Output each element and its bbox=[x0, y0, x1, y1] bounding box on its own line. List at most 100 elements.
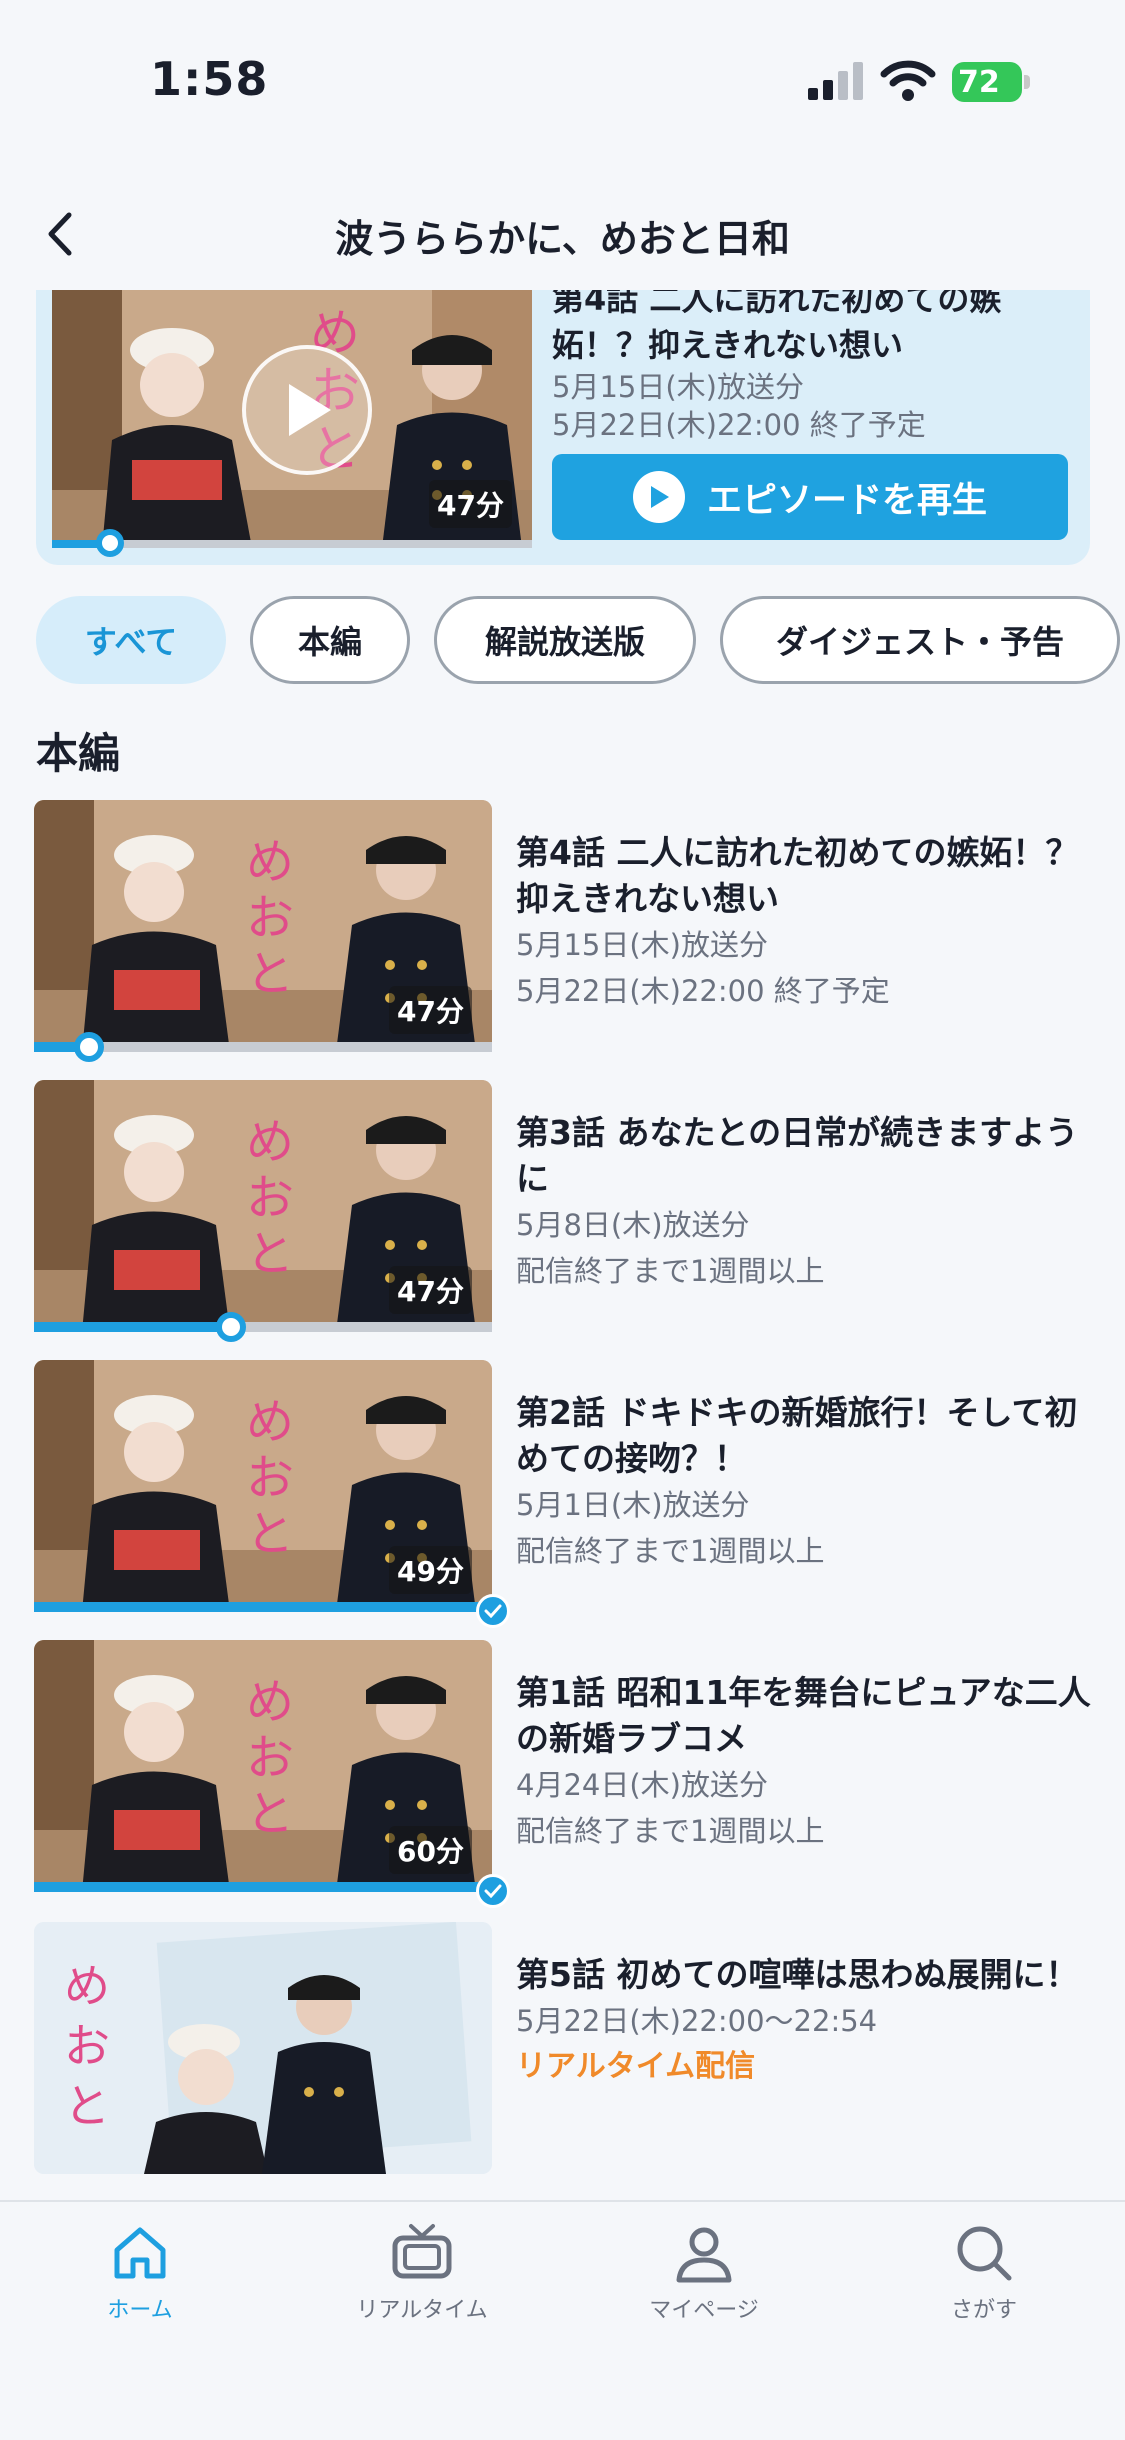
episode-availability: 5月22日(木)22:00 終了予定 bbox=[516, 974, 890, 1008]
play-overlay-button[interactable] bbox=[242, 345, 372, 475]
tv-icon bbox=[392, 2224, 452, 2279]
nav-label: マイページ bbox=[649, 2298, 759, 2323]
nav-label: ホーム bbox=[107, 2298, 173, 2323]
wifi-icon bbox=[880, 60, 936, 101]
bottom-navigation: ホーム リアルタイム マイページ さがす bbox=[0, 2200, 1125, 2440]
chip-label: すべて bbox=[84, 623, 178, 661]
episode-thumbnail[interactable]: めおと 47分 bbox=[34, 800, 492, 1052]
play-episode-button[interactable]: エピソードを再生 bbox=[552, 454, 1068, 540]
episode-availability: 配信終了まで1週間以上 bbox=[516, 1534, 825, 1568]
nav-search[interactable]: さがす bbox=[884, 2222, 1084, 2332]
episode-air-date: 5月22日(木)22:00〜22:54 bbox=[516, 2004, 878, 2038]
episode-air-date: 5月15日(木)放送分 bbox=[516, 928, 768, 962]
current-episode-title: 第4話 二人に訪れた初めての嫉妬！？抑えきれない想い bbox=[552, 290, 1002, 364]
duration-badge: 47分 bbox=[429, 480, 512, 528]
svg-text:と: と bbox=[246, 1506, 294, 1562]
episode-availability: 配信終了まで1週間以上 bbox=[516, 1814, 825, 1848]
episode-item[interactable]: めおと 47分 第3話 あなたとの日常が続きますように 5月8日(木)放送分配信終了ま… bbox=[34, 1080, 1096, 1342]
episode-info: 第1話 昭和11年を舞台にピュアな二人の新婚ラブコメ 4月24日(木)放送分配信終… bbox=[516, 1670, 1096, 1854]
episode-thumbnail[interactable]: めおと 49分 bbox=[34, 1360, 492, 1612]
svg-text:お: お bbox=[246, 1450, 294, 1506]
filter-chip-all[interactable]: すべて bbox=[36, 596, 226, 684]
progress-knob bbox=[215, 1312, 246, 1342]
nav-label: リアルタイム bbox=[356, 2298, 488, 2323]
search-icon bbox=[957, 2226, 1012, 2281]
cellular-signal-icon bbox=[808, 62, 863, 100]
person-icon bbox=[676, 2227, 732, 2283]
episode-title: 第2話 ドキドキの新婚旅行！そして初めての接吻？！ bbox=[516, 1393, 1078, 1478]
episode-title: 第5話 初めての喧嘩は思わぬ展開に！ bbox=[516, 1955, 1079, 1994]
nav-home[interactable]: ホーム bbox=[40, 2222, 240, 2332]
current-episode-aired: 5月15日(木)放送分 bbox=[552, 370, 804, 404]
realtime-badge: リアルタイム配信 bbox=[516, 2049, 756, 2084]
episode-info: 第5話 初めての喧嘩は思わぬ展開に！ 5月22日(木)22:00〜22:54 リアル… bbox=[516, 1952, 1096, 2090]
battery-icon: 72 bbox=[952, 62, 1030, 102]
page-title: 波うららかに、めおと日和 bbox=[335, 217, 790, 261]
svg-text:と: と bbox=[246, 1226, 294, 1282]
episode-progress-bar bbox=[34, 1032, 492, 1062]
duration-badge: 49分 bbox=[389, 1546, 472, 1594]
play-episode-label: エピソードを再生 bbox=[706, 480, 987, 521]
episode-item[interactable]: めおと 49分 第2話 ドキドキの新婚旅行！そして初めての接吻？！ 5月1日(木)放送… bbox=[34, 1360, 1096, 1628]
svg-text:め: め bbox=[64, 1959, 110, 2013]
svg-text:と: と bbox=[246, 946, 294, 1002]
current-episode-card: め お と 47分 第4話 二人に訪れた初めての嫉妬！？抑えきれない想い 5月1… bbox=[36, 290, 1090, 565]
play-circle-icon bbox=[632, 471, 685, 523]
episode-title: 第4話 二人に訪れた初めての嫉妬！？抑えきれない想い bbox=[516, 833, 1079, 918]
episode-title: 第1話 昭和11年を舞台にピュアな二人の新婚ラブコメ bbox=[516, 1673, 1091, 1758]
chip-label: ダイジェスト・予告 bbox=[775, 623, 1064, 661]
svg-text:お: お bbox=[64, 2019, 110, 2073]
current-episode-thumbnail[interactable]: め お と 47分 bbox=[52, 290, 532, 548]
svg-text:と: と bbox=[246, 1786, 294, 1842]
duration-badge: 60分 bbox=[389, 1826, 472, 1874]
episode-info: 第4話 二人に訪れた初めての嫉妬！？抑えきれない想い 5月15日(木)放送分 5月2… bbox=[516, 830, 1096, 1014]
battery-level: 72 bbox=[958, 65, 1000, 100]
svg-text:め: め bbox=[246, 1394, 294, 1450]
svg-text:お: お bbox=[246, 1730, 294, 1786]
nav-realtime[interactable]: リアルタイム bbox=[322, 2222, 522, 2332]
episode-thumbnail[interactable]: めおと bbox=[34, 1922, 492, 2174]
svg-text:め: め bbox=[246, 1674, 294, 1730]
svg-text:お: お bbox=[246, 1170, 294, 1226]
progress-knob[interactable] bbox=[95, 529, 124, 557]
status-time: 1:58 bbox=[150, 52, 269, 106]
episode-progress-bar bbox=[34, 1602, 492, 1612]
nav-mypage[interactable]: マイページ bbox=[604, 2222, 804, 2332]
episode-title: 第3話 あなたとの日常が続きますように bbox=[516, 1113, 1079, 1198]
episode-progress-bar bbox=[34, 1882, 492, 1892]
filter-chips: すべて 本編 解説放送版 ダイジェスト・予告 bbox=[36, 596, 1125, 686]
episode-info: 第3話 あなたとの日常が続きますように 5月8日(木)放送分配信終了まで1週間以上 bbox=[516, 1110, 1096, 1294]
episode-air-date: 4月24日(木)放送分 bbox=[516, 1768, 768, 1802]
duration-badge: 47分 bbox=[389, 1266, 472, 1314]
current-progress-bar[interactable] bbox=[52, 529, 532, 557]
svg-text:め: め bbox=[246, 834, 294, 890]
svg-text:と: と bbox=[64, 2079, 110, 2133]
episode-progress-bar bbox=[34, 1312, 492, 1342]
episode-thumbnail[interactable]: めおと 60分 bbox=[34, 1640, 492, 1892]
filter-chip-main[interactable]: 本編 bbox=[250, 596, 410, 684]
episode-info: 第2話 ドキドキの新婚旅行！そして初めての接吻？！ 5月1日(木)放送分配信終了ま… bbox=[516, 1390, 1096, 1574]
current-episode-ends: 5月22日(木)22:00 終了予定 bbox=[552, 408, 926, 442]
duration-badge: 47分 bbox=[389, 986, 472, 1034]
watched-check-icon bbox=[476, 1874, 510, 1908]
play-icon bbox=[289, 384, 331, 436]
svg-text:め: め bbox=[246, 1114, 294, 1170]
episode-air-date: 5月1日(木)放送分 bbox=[516, 1488, 750, 1522]
header: 波うららかに、めおと日和 bbox=[0, 190, 1125, 280]
watched-check-icon bbox=[476, 1594, 510, 1628]
episode-item[interactable]: めおと第5話 初めての喧嘩は思わぬ展開に！ 5月22日(木)22:00〜22:54… bbox=[34, 1922, 1094, 2174]
home-icon bbox=[114, 2227, 166, 2279]
nav-label: さがす bbox=[950, 2298, 1017, 2323]
episode-item[interactable]: めおと 60分 第1話 昭和11年を舞台にピュアな二人の新婚ラブコメ 4月24日(木)… bbox=[34, 1640, 1096, 1908]
episode-thumbnail[interactable]: めおと 47分 bbox=[34, 1080, 492, 1332]
episode-availability: 配信終了まで1週間以上 bbox=[516, 1254, 825, 1288]
episode-item[interactable]: めおと 47分 第4話 二人に訪れた初めての嫉妬！？抑えきれない想い 5月15日(木)… bbox=[34, 800, 1096, 1062]
episode-air-date: 5月8日(木)放送分 bbox=[516, 1208, 750, 1242]
filter-chip-digest[interactable]: ダイジェスト・予告 bbox=[720, 596, 1120, 684]
chip-label: 解説放送版 bbox=[484, 623, 645, 661]
section-title: 本編 bbox=[36, 729, 121, 778]
current-episode-info: 第4話 二人に訪れた初めての嫉妬！？抑えきれない想い 5月15日(木)放送分 5… bbox=[552, 290, 1072, 444]
svg-text:お: お bbox=[246, 890, 294, 946]
filter-chip-audio-description[interactable]: 解説放送版 bbox=[434, 596, 696, 684]
progress-knob bbox=[73, 1032, 104, 1062]
